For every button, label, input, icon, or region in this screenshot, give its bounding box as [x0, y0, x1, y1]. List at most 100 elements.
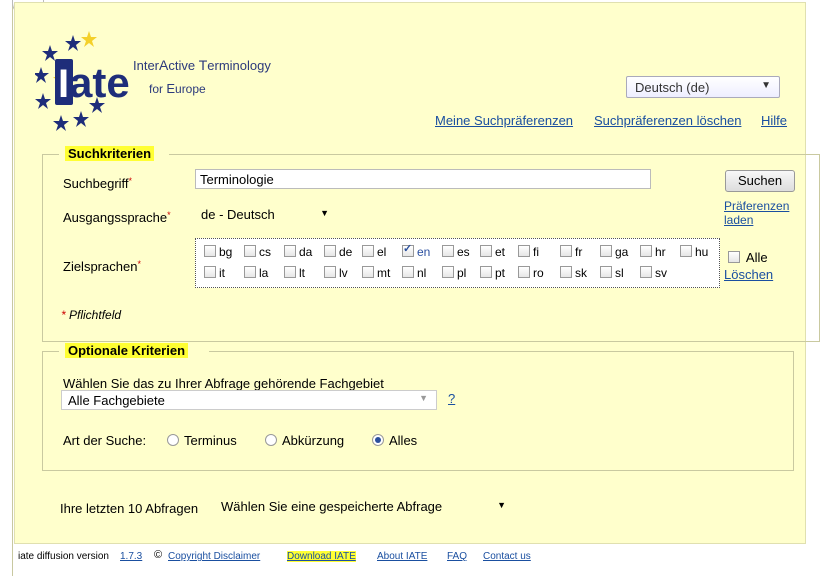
- chevron-down-icon: ▼: [497, 500, 506, 510]
- language-checkbox-bg[interactable]: bg: [204, 245, 232, 259]
- checkbox-box: [402, 266, 414, 278]
- language-checkbox-el[interactable]: el: [362, 245, 386, 259]
- language-checkbox-en[interactable]: en: [402, 242, 430, 259]
- language-code: lt: [299, 266, 305, 280]
- checkbox-box: [600, 245, 612, 257]
- language-checkbox-la[interactable]: la: [244, 266, 268, 280]
- search-button[interactable]: Suchen: [725, 170, 795, 192]
- language-checkbox-sk[interactable]: sk: [560, 266, 587, 280]
- checkbox-box: [362, 245, 374, 257]
- language-code: de: [339, 245, 353, 259]
- checkbox-box: [518, 266, 530, 278]
- language-code: sl: [615, 266, 624, 280]
- target-languages-box: bg cs da de el en es et fi fr ga hr hu it la lt lv mt nl pl…: [195, 238, 720, 288]
- all-languages-checkbox[interactable]: Alle: [728, 250, 768, 265]
- my-preferences-link[interactable]: Meine Suchpräferenzen: [435, 113, 573, 128]
- language-checkbox-fr[interactable]: fr: [560, 245, 582, 259]
- checkbox-box: [362, 266, 374, 278]
- recent-queries-label: Ihre letzten 10 Abfragen: [60, 501, 199, 516]
- load-preferences-link[interactable]: Präferenzen laden: [724, 199, 789, 227]
- search-term-input[interactable]: Terminologie: [195, 169, 651, 189]
- language-checkbox-pl[interactable]: pl: [442, 266, 466, 280]
- language-code: fi: [533, 245, 539, 259]
- checkbox-box: [244, 245, 256, 257]
- checkbox-box: [402, 242, 414, 257]
- checkbox-box: [600, 266, 612, 278]
- language-code: bg: [219, 245, 233, 259]
- checkbox-box: [640, 266, 652, 278]
- target-languages-label: Zielsprachen*: [63, 259, 141, 274]
- language-checkbox-fi[interactable]: fi: [518, 245, 539, 259]
- help-link[interactable]: Hilfe: [761, 113, 787, 128]
- language-code: nl: [417, 266, 427, 280]
- language-checkbox-cs[interactable]: cs: [244, 245, 271, 259]
- language-checkbox-de[interactable]: de: [324, 245, 352, 259]
- language-code: pt: [495, 266, 506, 280]
- source-language-label: Ausgangssprache*: [63, 210, 171, 225]
- language-code: ga: [615, 245, 629, 259]
- faq-link[interactable]: FAQ: [447, 551, 467, 562]
- download-iate-link[interactable]: Download IATE: [287, 551, 356, 562]
- language-checkbox-da[interactable]: da: [284, 245, 312, 259]
- language-checkbox-pt[interactable]: pt: [480, 266, 505, 280]
- search-criteria-legend: Suchkriterien: [65, 146, 155, 161]
- language-checkbox-es[interactable]: es: [442, 245, 470, 259]
- recent-queries-select[interactable]: Wählen Sie eine gespeicherte Abfrage ▼: [215, 497, 512, 517]
- language-code: et: [495, 245, 506, 259]
- checkbox-box: [480, 245, 492, 257]
- language-code: sk: [575, 266, 587, 280]
- language-checkbox-hu[interactable]: hu: [680, 245, 708, 259]
- language-code: la: [259, 266, 269, 280]
- search-type-all-radio[interactable]: Alles: [372, 433, 417, 448]
- iate-page: ate I InterActive Terminology for Europe…: [14, 2, 820, 544]
- language-code: da: [299, 245, 313, 259]
- checkbox-box: [518, 245, 530, 257]
- checkbox-box: [560, 266, 572, 278]
- clear-languages-link[interactable]: Löschen: [724, 267, 773, 282]
- chevron-down-icon: ▼: [320, 208, 329, 218]
- radio-circle: [372, 434, 384, 446]
- interface-language-select[interactable]: Deutsch (de) ▼: [626, 76, 780, 98]
- checkbox-box: [560, 245, 572, 257]
- checkbox-box: [244, 266, 256, 278]
- svg-text:I: I: [58, 62, 69, 106]
- language-checkbox-ga[interactable]: ga: [600, 245, 628, 259]
- optional-criteria-legend: Optionale Kriterien: [65, 343, 189, 358]
- chevron-down-icon: ▼: [761, 80, 771, 91]
- language-checkbox-sl[interactable]: sl: [600, 266, 624, 280]
- language-checkbox-sv[interactable]: sv: [640, 266, 667, 280]
- version-link[interactable]: 1.7.3: [120, 551, 142, 562]
- domain-select[interactable]: Alle Fachgebiete ▼: [61, 390, 437, 410]
- language-code: fr: [575, 245, 583, 259]
- language-checkbox-nl[interactable]: nl: [402, 266, 426, 280]
- contact-us-link[interactable]: Contact us: [483, 551, 531, 562]
- language-checkbox-ro[interactable]: ro: [518, 266, 544, 280]
- language-code: mt: [377, 266, 391, 280]
- language-checkbox-it[interactable]: it: [204, 266, 225, 280]
- iate-logo[interactable]: ate I: [35, 31, 145, 131]
- domain-label: Wählen Sie das zu Ihrer Abfrage gehörend…: [63, 376, 384, 391]
- delete-preferences-link[interactable]: Suchpräferenzen löschen: [594, 113, 741, 128]
- language-checkbox-lt[interactable]: lt: [284, 266, 305, 280]
- checkbox-box: [680, 245, 692, 257]
- checkbox-box: [204, 245, 216, 257]
- search-type-term-radio[interactable]: Terminus: [167, 433, 237, 448]
- language-checkbox-mt[interactable]: mt: [362, 266, 390, 280]
- radio-circle: [167, 434, 179, 446]
- checkbox-box: [324, 245, 336, 257]
- language-checkbox-et[interactable]: et: [480, 245, 505, 259]
- checkbox-box: [480, 266, 492, 278]
- language-code: it: [219, 266, 225, 280]
- search-type-abbreviation-radio[interactable]: Abkürzung: [265, 433, 344, 448]
- domain-help-link[interactable]: ?: [448, 391, 455, 406]
- checkbox-box: [728, 251, 740, 263]
- language-checkbox-hr[interactable]: hr: [640, 245, 666, 259]
- chevron-down-icon: ▼: [419, 393, 428, 403]
- language-checkbox-lv[interactable]: lv: [324, 266, 348, 280]
- required-field-note: * Pflichtfeld: [61, 308, 122, 322]
- source-language-select[interactable]: de - Deutsch ▼: [195, 205, 337, 225]
- copyright-disclaimer-link[interactable]: Copyright Disclaimer: [168, 551, 260, 562]
- logo-tagline-line1: InterActive Terminology: [133, 57, 271, 73]
- about-iate-link[interactable]: About IATE: [377, 551, 427, 562]
- language-code: cs: [259, 245, 271, 259]
